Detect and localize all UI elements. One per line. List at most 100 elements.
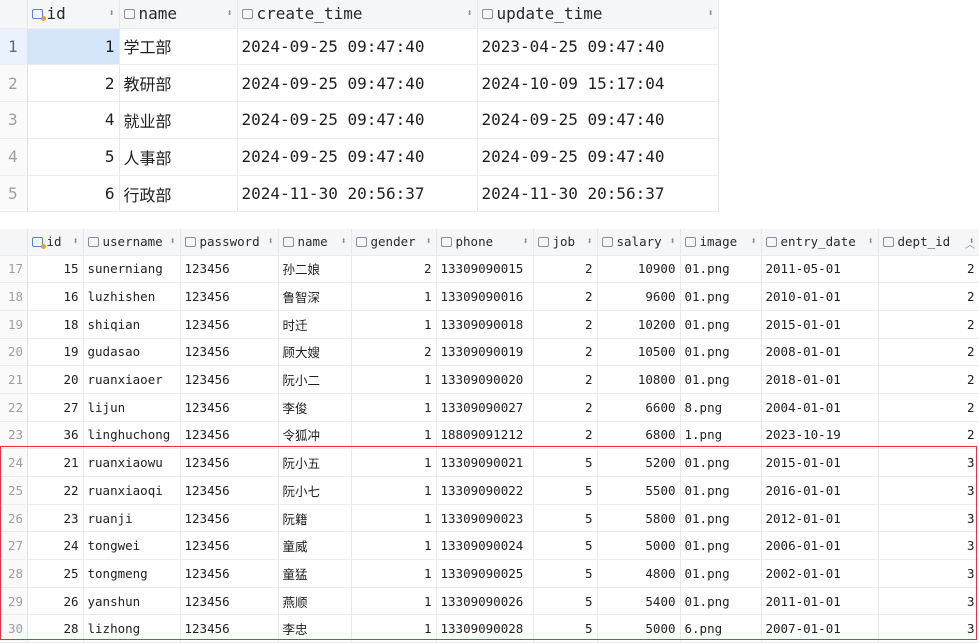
cell-gender[interactable]: 1 (351, 421, 437, 450)
cell-job[interactable]: 2 (533, 282, 598, 311)
col-header-gender[interactable]: gender ⬍ (351, 229, 437, 256)
cell-id[interactable]: 22 (27, 476, 84, 505)
cell-name[interactable]: 就业部 (119, 101, 238, 139)
cell-id[interactable]: 25 (27, 559, 84, 588)
cell-phone[interactable]: 13309090015 (436, 255, 534, 284)
cell-entry-date[interactable]: 2004-01-01 (761, 393, 879, 422)
sort-arrows-icon[interactable]: ⬍ (750, 236, 756, 247)
table-row[interactable]: 28 25 tongmeng 123456 童猛 1 13309090025 5 4800 01.… (0, 559, 979, 588)
cell-salary[interactable]: 5800 (597, 504, 681, 533)
cell-username[interactable]: ruanxiaoqi (83, 476, 181, 505)
cell-job[interactable]: 5 (533, 614, 598, 643)
cell-entry-date[interactable]: 2008-01-01 (761, 338, 879, 367)
cell-id[interactable]: 1 (27, 28, 120, 66)
sort-arrows-icon[interactable]: ⬍ (867, 236, 873, 247)
cell-password[interactable]: 123456 (180, 310, 279, 339)
cell-salary[interactable]: 10200 (597, 310, 681, 339)
cell-username[interactable]: lizhong (83, 614, 181, 643)
cell-id[interactable]: 27 (27, 393, 84, 422)
cell-gender[interactable]: 1 (351, 531, 437, 561)
cell-password[interactable]: 123456 (180, 421, 279, 450)
cell-dept-id[interactable]: 3 (878, 531, 979, 561)
cell-username[interactable]: linghuchong (83, 421, 181, 450)
cell-username[interactable]: yanshun (83, 587, 181, 616)
cell-create-time[interactable]: 2024-09-25 09:47:40 (237, 138, 478, 176)
cell-name[interactable]: 时迁 (278, 310, 352, 339)
cell-entry-date[interactable]: 2018-01-01 (761, 365, 879, 394)
cell-name[interactable]: 行政部 (119, 175, 238, 213)
cell-dept-id[interactable]: 2 (878, 365, 979, 394)
cell-image[interactable]: 01.png (680, 365, 762, 394)
table-row[interactable]: 20 19 gudasao 123456 顾大嫂 2 13309090019 2 10500 01… (0, 338, 979, 367)
cell-job[interactable]: 5 (533, 531, 598, 561)
table-row[interactable]: 2 2 教研部 2024-09-25 09:47:40 2024-10-09 15:17… (0, 64, 719, 103)
cell-name[interactable]: 阮小二 (278, 365, 352, 394)
col-header-image[interactable]: image ⬍ (680, 229, 762, 256)
cell-phone[interactable]: 13309090024 (436, 531, 534, 561)
cell-name[interactable]: 令狐冲 (278, 421, 352, 450)
cell-salary[interactable]: 5400 (597, 587, 681, 616)
cell-update-time[interactable]: 2024-10-09 15:17:04 (477, 64, 719, 103)
cell-id[interactable]: 21 (27, 448, 84, 477)
sort-arrows-icon[interactable]: ⬍ (226, 8, 232, 19)
col-header-create-time[interactable]: create_time ⬍ (237, 0, 478, 29)
cell-salary[interactable]: 5500 (597, 476, 681, 505)
cell-job[interactable]: 5 (533, 587, 598, 616)
cell-id[interactable]: 36 (27, 421, 84, 450)
cell-salary[interactable]: 5000 (597, 614, 681, 643)
cell-id[interactable]: 20 (27, 365, 84, 394)
cell-image[interactable]: 01.png (680, 338, 762, 367)
cell-update-time[interactable]: 2024-09-25 09:47:40 (477, 138, 719, 176)
cell-password[interactable]: 123456 (180, 448, 279, 477)
col-header-name[interactable]: name ⬍ (119, 0, 238, 29)
cell-job[interactable]: 2 (533, 393, 598, 422)
cell-image[interactable]: 01.png (680, 504, 762, 533)
cell-phone[interactable]: 13309090027 (436, 393, 534, 422)
cell-dept-id[interactable]: 2 (878, 421, 979, 450)
cell-gender[interactable]: 1 (351, 448, 437, 477)
cell-password[interactable]: 123456 (180, 504, 279, 533)
table-row[interactable]: 22 27 lijun 123456 李俊 1 13309090027 2 6600 8.png 2… (0, 393, 979, 422)
cell-password[interactable]: 123456 (180, 255, 279, 284)
cell-job[interactable]: 2 (533, 365, 598, 394)
cell-id[interactable]: 24 (27, 531, 84, 561)
cell-entry-date[interactable]: 2011-05-01 (761, 255, 879, 284)
cell-username[interactable]: sunerniang (83, 255, 181, 284)
cell-username[interactable]: ruanxiaoer (83, 365, 181, 394)
cell-gender[interactable]: 1 (351, 310, 437, 339)
cell-create-time[interactable]: 2024-09-25 09:47:40 (237, 28, 478, 66)
cell-password[interactable]: 123456 (180, 338, 279, 367)
cell-phone[interactable]: 13309090022 (436, 476, 534, 505)
cell-phone[interactable]: 13309090025 (436, 559, 534, 588)
cell-image[interactable]: 01.png (680, 255, 762, 284)
sort-arrows-icon[interactable]: ⬍ (425, 236, 431, 247)
cell-phone[interactable]: 13309090019 (436, 338, 534, 367)
cell-dept-id[interactable]: 2 (878, 338, 979, 367)
cell-image[interactable]: 01.png (680, 559, 762, 588)
cell-create-time[interactable]: 2024-09-25 09:47:40 (237, 64, 478, 103)
cell-gender[interactable]: 1 (351, 587, 437, 616)
col-header-name[interactable]: name ⬍ (278, 229, 352, 256)
col-header-entry-date[interactable]: entry_date ⬍ (761, 229, 879, 256)
table-row[interactable]: 4 5 人事部 2024-09-25 09:47:40 2024-09-25 09:47… (0, 138, 719, 176)
sort-arrows-icon[interactable]: ⬍ (466, 8, 472, 19)
cell-name[interactable]: 李忠 (278, 614, 352, 643)
cell-dept-id[interactable]: 3 (878, 448, 979, 477)
sort-arrows-icon[interactable]: ⬍ (108, 8, 114, 19)
cell-entry-date[interactable]: 2023-10-19 (761, 421, 879, 450)
cell-job[interactable]: 5 (533, 504, 598, 533)
cell-password[interactable]: 123456 (180, 531, 279, 561)
cell-id[interactable]: 4 (27, 101, 120, 139)
cell-salary[interactable]: 10900 (597, 255, 681, 284)
cell-update-time[interactable]: 2024-11-30 20:56:37 (477, 175, 719, 213)
cell-username[interactable]: tongmeng (83, 559, 181, 588)
sort-arrows-icon[interactable]: ⬍ (267, 236, 273, 247)
cell-gender[interactable]: 1 (351, 282, 437, 311)
cell-id[interactable]: 5 (27, 138, 120, 176)
col-header-id[interactable]: id ⬍ (27, 0, 120, 29)
cell-create-time[interactable]: 2024-09-25 09:47:40 (237, 101, 478, 139)
table-row[interactable]: 19 18 shiqian 123456 时迁 1 13309090018 2 10200 01.… (0, 310, 979, 339)
cell-entry-date[interactable]: 2010-01-01 (761, 282, 879, 311)
cell-salary[interactable]: 5200 (597, 448, 681, 477)
cell-phone[interactable]: 13309090023 (436, 504, 534, 533)
